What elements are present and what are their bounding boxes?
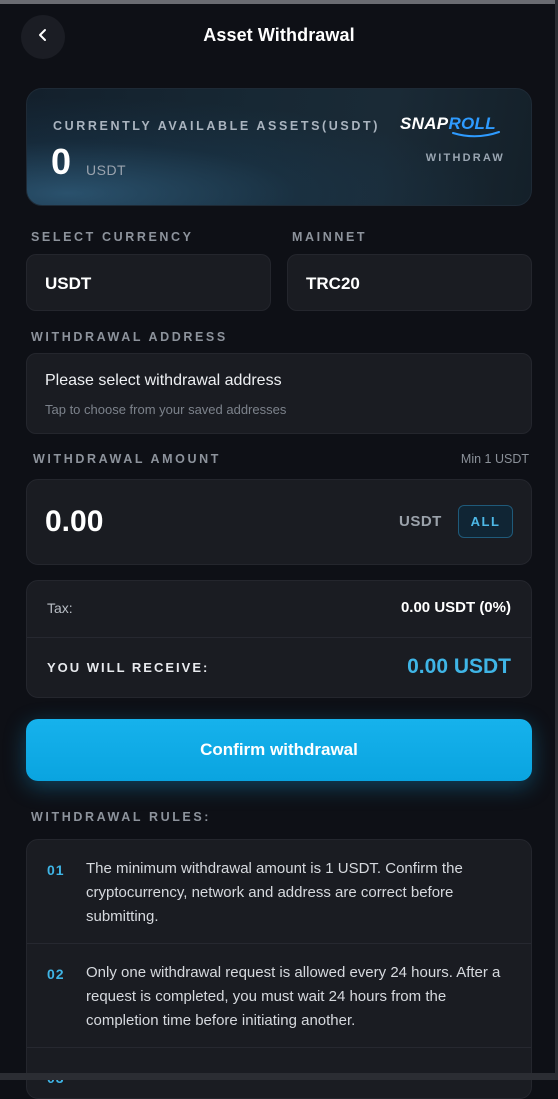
tax-label: Tax: [47,600,73,616]
tax-value: 0.00 USDT (0%) [400,599,511,616]
amount-unit: USDT [399,513,442,530]
receive-value: 0.00 USDT [407,655,511,678]
rules-label: WITHDRAWAL RULES: [31,810,212,824]
divider [27,943,531,944]
page-title: Asset Withdrawal [203,25,355,45]
asset-card: CURRENTLY AVAILABLE ASSETS(USDT) 0 USDT … [26,88,532,206]
asset-amount: 0 [51,141,72,182]
asset-unit: USDT [86,162,127,178]
brand-subtitle: WITHDRAW [425,152,505,164]
receive-label: YOU WILL RECEIVE: [47,660,210,675]
currency-select[interactable]: USDT [26,254,271,311]
address-subtitle: Tap to choose from your saved addresses [45,402,287,417]
divider [27,637,531,638]
rule-text: The minimum withdrawal amount is 1 USDT.… [86,860,463,925]
rule-number: 01 [47,862,65,878]
rule-text: Only one withdrawal request is allowed e… [86,964,501,1029]
address-selector[interactable]: Please select withdrawal address Tap to … [26,353,532,434]
address-label: WITHDRAWAL ADDRESS [31,330,228,344]
min-amount-note: Min 1 USDT [460,452,529,466]
mainnet-label: MAINNET [292,230,368,244]
amount-input[interactable] [45,502,345,542]
header: Asset Withdrawal [0,4,558,68]
asset-label: CURRENTLY AVAILABLE ASSETS(USDT) [53,119,380,133]
bottom-edge [0,1073,558,1080]
address-title: Please select withdrawal address [45,372,282,389]
amount-box: USDT ALL [26,479,532,565]
currency-value: USDT [45,274,92,293]
divider [27,1047,531,1048]
rules-list: 01 The minimum withdrawal amount is 1 US… [26,839,532,1099]
amount-label: WITHDRAWAL AMOUNT [33,452,221,466]
summary-box: Tax: 0.00 USDT (0%) YOU WILL RECEIVE: 0.… [26,580,532,698]
currency-label: SELECT CURRENCY [31,230,194,244]
mainnet-value: TRC20 [306,274,360,293]
all-button[interactable]: ALL [458,505,513,538]
mainnet-select[interactable]: TRC20 [287,254,532,311]
brand-logo-part1: SNAP [400,114,449,133]
brand-swoosh-icon [452,131,500,138]
rule-number: 02 [47,966,65,982]
confirm-withdrawal-button[interactable]: Confirm withdrawal [26,719,532,781]
